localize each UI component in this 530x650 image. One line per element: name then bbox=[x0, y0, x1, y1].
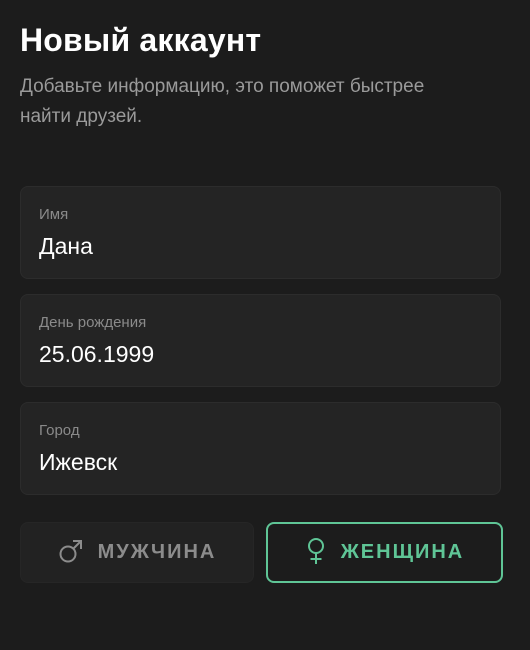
page-subtitle: Добавьте информацию, это поможет быстрее… bbox=[20, 76, 425, 127]
name-field-label: Имя bbox=[39, 206, 69, 223]
gender-female-button[interactable]: ЖЕНЩИНА bbox=[266, 522, 503, 583]
gender-male-label: МУЖЧИНА bbox=[97, 541, 217, 563]
city-field[interactable]: Город bbox=[20, 402, 501, 495]
page-title: Новый аккаунт bbox=[20, 22, 262, 58]
name-field[interactable]: Имя bbox=[20, 186, 501, 279]
name-input[interactable] bbox=[39, 233, 479, 260]
female-sign-icon bbox=[305, 537, 327, 569]
birthday-field-label: День рождения bbox=[39, 314, 147, 331]
birthday-input[interactable] bbox=[39, 341, 479, 368]
gender-male-button[interactable]: МУЖЧИНА bbox=[20, 522, 254, 583]
gender-female-label: ЖЕНЩИНА bbox=[340, 541, 465, 563]
male-sign-icon bbox=[58, 538, 84, 568]
city-input[interactable] bbox=[39, 449, 479, 476]
birthday-field[interactable]: День рождения bbox=[20, 294, 501, 387]
city-field-label: Город bbox=[39, 422, 80, 439]
